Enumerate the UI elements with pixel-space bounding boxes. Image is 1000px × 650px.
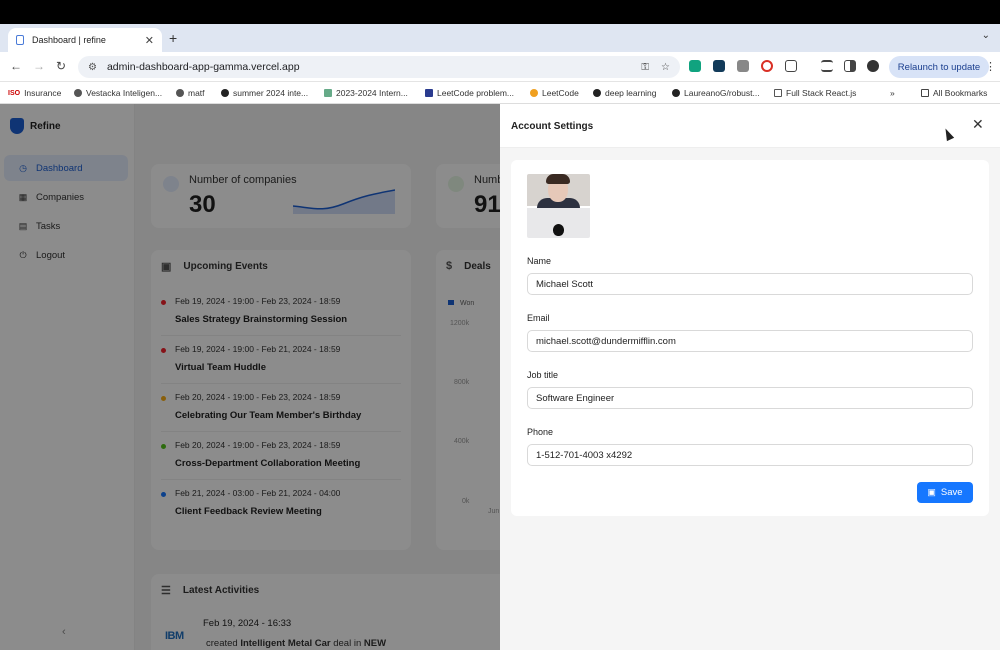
tab-title: Dashboard | refine: [32, 35, 106, 45]
tab-close-icon[interactable]: ✕: [145, 34, 154, 47]
profile-avatar[interactable]: [867, 60, 879, 72]
drawer-mask[interactable]: [0, 104, 500, 650]
reload-icon[interactable]: ↻: [56, 59, 66, 73]
phone-field[interactable]: [527, 444, 973, 466]
bookmark-item[interactable]: LeetCode: [530, 88, 579, 98]
more-bookmarks-icon[interactable]: »: [890, 88, 895, 98]
account-form: Name Email Job title Phone ▣ Save: [511, 160, 989, 516]
drawer-title: Account Settings: [511, 121, 594, 132]
bookmark-item[interactable]: deep learning: [593, 88, 657, 98]
name-field[interactable]: [527, 273, 973, 295]
save-button-label: Save: [940, 487, 963, 498]
bookmark-star-icon[interactable]: ☆: [661, 62, 670, 73]
email-label: Email: [527, 313, 550, 323]
account-settings-drawer: Account Settings ✕ Name Email Job title …: [500, 104, 1000, 650]
chatgpt-extension-icon[interactable]: [689, 60, 701, 72]
tab-search-icon[interactable]: ⌄: [982, 30, 990, 41]
bookmark-item[interactable]: Vestacka Inteligen...: [74, 88, 162, 98]
bookmarks-bar: ISO Insurance Vestacka Inteligen... matf …: [0, 82, 1000, 104]
forward-icon[interactable]: →: [33, 59, 45, 73]
browser-toolbar: ← → ↻ ⚙ admin-dashboard-app-gamma.vercel…: [0, 52, 1000, 82]
avatar[interactable]: [527, 174, 590, 238]
new-tab-button[interactable]: +: [169, 30, 177, 46]
page-icon: [16, 35, 24, 45]
record-extension-icon[interactable]: [761, 60, 773, 72]
extension-icon[interactable]: [713, 60, 725, 72]
relaunch-button[interactable]: Relaunch to update: [889, 56, 989, 78]
save-button[interactable]: ▣ Save: [917, 482, 973, 503]
browser-menu-icon[interactable]: ⋮: [985, 60, 996, 73]
drawer-header: Account Settings ✕: [500, 104, 1000, 148]
job-title-field[interactable]: [527, 387, 973, 409]
save-icon: ▣: [927, 487, 936, 497]
name-label: Name: [527, 256, 552, 266]
phone-label: Phone: [527, 427, 554, 437]
media-control-icon[interactable]: [821, 60, 833, 72]
bookmark-item[interactable]: Full Stack React.js: [774, 88, 856, 98]
close-icon[interactable]: ✕: [972, 116, 984, 133]
apple-logo-icon: [553, 224, 564, 236]
bookmark-item[interactable]: LeetCode problem...: [425, 88, 514, 98]
url-text: admin-dashboard-app-gamma.vercel.app: [106, 61, 300, 73]
browser-tab-active[interactable]: Dashboard | refine ✕: [8, 28, 162, 52]
avatar-hair: [546, 174, 570, 184]
extension-icon[interactable]: [737, 60, 749, 72]
site-info-icon[interactable]: ⚙: [88, 62, 97, 73]
screen-top-bar: [0, 0, 1000, 24]
address-bar[interactable]: ⚙ admin-dashboard-app-gamma.vercel.app ⚿…: [78, 56, 680, 78]
all-bookmarks-folder[interactable]: All Bookmarks: [921, 88, 987, 98]
bookmark-item[interactable]: LaureanoG/robust...: [672, 88, 760, 98]
extensions-puzzle-icon[interactable]: [785, 60, 797, 72]
password-key-icon[interactable]: ⚿: [641, 62, 649, 73]
bookmark-item[interactable]: 2023-2024 Intern...: [324, 88, 408, 98]
bookmark-item[interactable]: matf: [176, 88, 205, 98]
bookmark-item[interactable]: summer 2024 inte...: [221, 88, 308, 98]
bookmark-item[interactable]: ISO Insurance: [8, 88, 61, 98]
back-icon[interactable]: ←: [10, 59, 22, 73]
app-viewport: Refine ◷ Dashboard ▦ Companies ▤ Tasks ⏻…: [0, 104, 1000, 650]
job-title-label: Job title: [527, 370, 559, 380]
email-field[interactable]: [527, 330, 973, 352]
side-panel-icon[interactable]: [844, 60, 856, 72]
browser-tab-bar: Dashboard | refine ✕ + ⌄: [0, 24, 1000, 52]
